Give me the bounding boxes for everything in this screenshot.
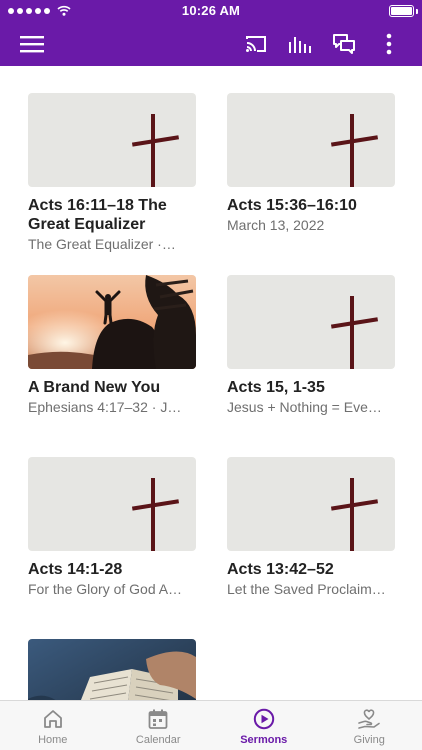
sunset-silhouette-photo — [28, 275, 196, 369]
more-vert-icon[interactable] — [374, 22, 404, 66]
cross-icon — [131, 114, 180, 187]
open-bible-photo — [28, 639, 196, 700]
tab-giving[interactable]: Giving — [317, 701, 422, 750]
giving-heart-hand-icon — [358, 709, 381, 729]
tab-label: Sermons — [240, 734, 288, 746]
sermon-title: Acts 16:11–18 The Great Equalizer — [28, 197, 167, 233]
tab-label: Home — [38, 734, 68, 746]
app-bar — [0, 22, 422, 66]
sermon-subtitle: For the Glory of God A… — [28, 581, 183, 597]
bottom-tab-bar: Home Calendar Sermons Giving — [0, 700, 422, 750]
menu-icon[interactable] — [14, 22, 50, 66]
tab-label: Giving — [353, 734, 385, 746]
cast-icon[interactable] — [238, 22, 274, 66]
chat-icon[interactable] — [326, 22, 362, 66]
cross-icon — [330, 114, 379, 187]
cross-icon — [131, 478, 180, 551]
sermon-card[interactable] — [28, 639, 196, 700]
sermon-card[interactable]: Acts 15:36–16:10 March 13, 2022 — [227, 93, 395, 234]
sermon-grid: Acts 16:11–18 The Great Equalizer The Gr… — [0, 66, 422, 700]
sermon-subtitle: The Great Equalizer ·… — [28, 236, 176, 252]
audio-bars-icon[interactable] — [282, 22, 318, 66]
tab-calendar[interactable]: Calendar — [106, 701, 212, 750]
play-circle-icon — [253, 708, 274, 730]
sermon-card[interactable]: Acts 15, 1-35 Jesus + Nothing = Eve… — [227, 275, 395, 416]
cross-thumbnail — [28, 93, 196, 187]
cross-icon — [330, 296, 379, 369]
status-bar: 10:26 AM — [0, 0, 422, 22]
tab-label: Calendar — [135, 734, 181, 746]
status-time: 10:26 AM — [181, 3, 241, 18]
tab-sermons[interactable]: Sermons — [211, 701, 317, 750]
sermon-card[interactable]: A Brand New You Ephesians 4:17–32 · J… — [28, 275, 196, 416]
sermon-title: Acts 15:36–16:10 — [227, 197, 357, 214]
sermon-title: Acts 15, 1-35 — [227, 379, 325, 396]
battery-icon — [389, 5, 414, 17]
sermon-title: Acts 13:42–52 — [227, 561, 334, 578]
sermon-title: Acts 14:1-28 — [28, 561, 123, 578]
sermon-title: A Brand New You — [28, 379, 161, 396]
cross-thumbnail — [227, 93, 395, 187]
cross-thumbnail — [227, 275, 395, 369]
calendar-icon — [148, 709, 168, 729]
sermon-subtitle: Jesus + Nothing = Eve… — [227, 399, 382, 415]
sermon-subtitle: Ephesians 4:17–32 · J… — [28, 399, 182, 415]
cross-thumbnail — [227, 457, 395, 551]
sermon-card[interactable]: Acts 13:42–52 Let the Saved Proclaim… — [227, 457, 395, 598]
sermon-subtitle: March 13, 2022 — [227, 217, 325, 233]
sermon-card[interactable]: Acts 16:11–18 The Great Equalizer The Gr… — [28, 93, 196, 253]
sermon-subtitle: Let the Saved Proclaim… — [227, 581, 386, 597]
sermon-card[interactable]: Acts 14:1-28 For the Glory of God A… — [28, 457, 196, 598]
tab-home[interactable]: Home — [0, 701, 106, 750]
cross-icon — [330, 478, 379, 551]
cross-thumbnail — [28, 457, 196, 551]
home-icon — [43, 710, 62, 728]
